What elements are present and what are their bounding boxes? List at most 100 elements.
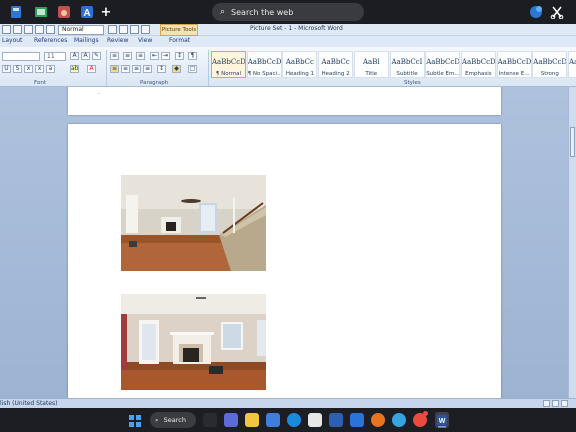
document-canvas[interactable]: ·	[0, 87, 576, 398]
style-name-label: Heading 2	[321, 71, 350, 77]
mail-icon[interactable]	[266, 413, 280, 427]
chat-icon[interactable]	[224, 413, 238, 427]
bullets-icon[interactable]: ≡	[110, 52, 119, 60]
skype-icon[interactable]	[392, 413, 406, 427]
style-option[interactable]: AaBbCcDc ¶ Normal	[211, 51, 246, 78]
font-color-icon[interactable]: A	[87, 65, 96, 73]
language-indicator[interactable]: lish (United States)	[0, 400, 57, 407]
style-option[interactable]: AaBbCcDc Emphasis	[460, 51, 496, 78]
save-icon[interactable]	[2, 25, 11, 34]
undo-icon[interactable]	[13, 25, 22, 34]
style-option[interactable]: AaBbCcDc Intense E...	[496, 51, 532, 78]
web-layout-view-icon[interactable]	[561, 400, 568, 407]
calculator-icon[interactable]	[8, 4, 24, 20]
full-screen-view-icon[interactable]	[552, 400, 559, 407]
format-painter-icon[interactable]	[108, 25, 117, 34]
edge-icon[interactable]	[287, 413, 301, 427]
shading-icon[interactable]: ◆	[172, 65, 181, 73]
task-view-icon[interactable]	[203, 413, 217, 427]
line-spacing-icon[interactable]: ↕	[157, 65, 166, 73]
increase-indent-icon[interactable]: ⇥	[161, 52, 170, 60]
word-taskbar-button[interactable]: W	[435, 412, 449, 428]
font-family-box[interactable]	[2, 52, 40, 61]
style-sample-text: AaBbCcDc	[533, 58, 567, 66]
subscript-icon[interactable]: x	[24, 65, 33, 73]
scrollbar-thumb[interactable]	[570, 127, 575, 157]
tab-layout[interactable]: Layout	[2, 37, 22, 44]
style-option[interactable]: AaBl Title	[353, 51, 389, 78]
search-placeholder: Search the web	[231, 7, 294, 17]
group-divider	[106, 50, 107, 86]
clear-format-icon[interactable]: ✎	[92, 52, 101, 60]
calendar-icon[interactable]	[350, 413, 364, 427]
style-option[interactable]: AaBbCcDc Quo	[568, 51, 576, 78]
style-option[interactable]: AaBbCcDc Subtle Em...	[425, 51, 461, 78]
pilcrow-icon[interactable]	[141, 25, 150, 34]
style-option[interactable]: AaBbCcDc ¶ No Spaci...	[246, 51, 282, 78]
multilevel-list-icon[interactable]: ≡	[136, 52, 145, 60]
redo-icon[interactable]	[24, 25, 33, 34]
tab-mailings[interactable]: Mailings	[74, 37, 99, 44]
page-previous[interactable]: ·	[68, 87, 501, 115]
spelling-icon[interactable]	[46, 25, 55, 34]
superscript-icon[interactable]: x	[35, 65, 44, 73]
ribbon: 11 A A ✎ U S x x a ab A Font ≡ ≡ ≡ ⇤ ⇥ ↕…	[0, 47, 576, 87]
picture-tools-context-tab[interactable]: Picture Tools	[160, 24, 198, 36]
music-icon[interactable]	[56, 4, 72, 20]
tab-review[interactable]: Review	[107, 37, 128, 44]
inserted-photo-living-room[interactable]	[121, 175, 266, 271]
font-size-box[interactable]: 11	[44, 52, 66, 61]
firefox-icon[interactable]	[371, 413, 385, 427]
highlight-icon[interactable]: ab	[70, 65, 79, 73]
underline-icon[interactable]: U	[2, 65, 11, 73]
tab-format[interactable]: Format	[169, 37, 190, 44]
view-buttons	[543, 400, 568, 407]
notification-icon[interactable]	[528, 4, 544, 20]
table-icon[interactable]	[119, 25, 128, 34]
style-option[interactable]: AaBbCc Heading 1	[282, 51, 318, 78]
style-option[interactable]: AaBbCc Heading 2	[318, 51, 354, 78]
magnifier-icon: ⌕	[220, 7, 226, 17]
style-sample-text: AaBbCcDc	[569, 58, 576, 66]
decrease-indent-icon[interactable]: ⇤	[150, 52, 159, 60]
taskbar-search[interactable]: ⌕ Search	[150, 412, 196, 428]
grow-font-icon[interactable]: A	[70, 52, 79, 60]
numbering-icon[interactable]: ≡	[123, 52, 132, 60]
tab-references[interactable]: References	[34, 37, 67, 44]
snipping-tool-icon[interactable]	[549, 4, 565, 20]
align-right-icon[interactable]: ≡	[132, 65, 141, 73]
change-case-icon[interactable]: a	[46, 65, 55, 73]
print-layout-view-icon[interactable]	[543, 400, 550, 407]
new-tab-button[interactable]: +	[98, 4, 114, 20]
borders-icon[interactable]: □	[188, 65, 197, 73]
style-name-label: Emphasis	[465, 71, 492, 77]
style-sample-text: AaBbCcDc	[212, 58, 245, 66]
style-option[interactable]: AaBbCcI Subtitle	[389, 51, 425, 78]
file-explorer-icon[interactable]	[245, 413, 259, 427]
vertical-scrollbar[interactable]	[568, 87, 576, 398]
align-left-icon[interactable]: ≡	[110, 65, 119, 73]
sort-icon[interactable]: ↕	[175, 52, 184, 60]
justify-icon[interactable]: ≡	[143, 65, 152, 73]
align-center-icon[interactable]: ≡	[121, 65, 130, 73]
strikethrough-icon[interactable]: S	[13, 65, 22, 73]
store-icon[interactable]	[329, 413, 343, 427]
print-icon[interactable]	[35, 25, 44, 34]
font-app-icon[interactable]: A	[79, 4, 95, 20]
inserted-photo-fireplace-room[interactable]	[121, 294, 266, 390]
start-icon[interactable]	[128, 413, 142, 427]
taskbar-search-label: Search	[163, 416, 186, 424]
web-search-box[interactable]: ⌕ Search the web	[212, 3, 364, 21]
style-sample-text: AaBbCcI	[391, 58, 423, 66]
style-sample-text: AaBbCcDc	[247, 58, 281, 66]
style-option[interactable]: AaBbCcDc Strong	[532, 51, 568, 78]
tab-view[interactable]: View	[138, 37, 152, 44]
image-icon[interactable]	[130, 25, 139, 34]
page-current[interactable]	[68, 124, 501, 398]
photos-icon[interactable]	[33, 4, 49, 20]
chatgpt-icon[interactable]	[308, 413, 322, 427]
quick-style-dropdown[interactable]: Normal	[58, 25, 104, 35]
style-sample-text: AaBbCc	[285, 58, 314, 66]
shrink-font-icon[interactable]: A	[81, 52, 90, 60]
show-formatting-icon[interactable]: ¶	[188, 52, 197, 60]
